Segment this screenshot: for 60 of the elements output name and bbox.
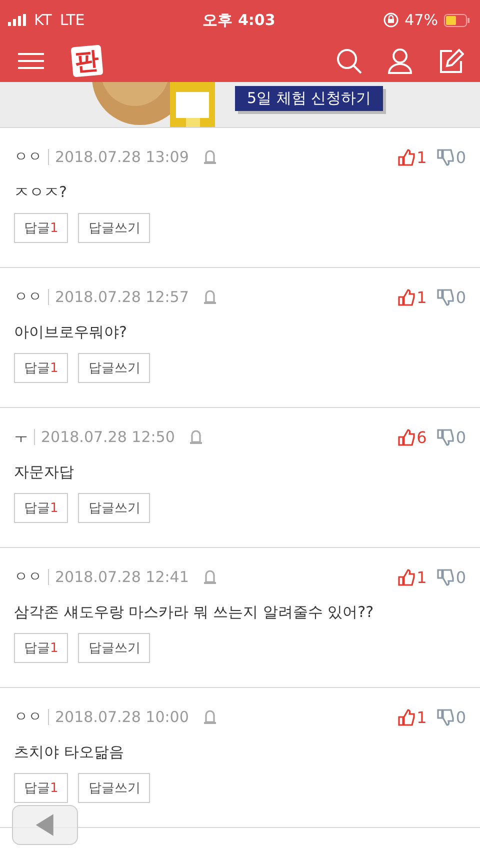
bell-icon: [188, 429, 203, 445]
battery-percent: 47%: [404, 11, 438, 29]
signal-icon: [8, 14, 26, 26]
thumbs-up-icon: [398, 568, 415, 586]
author-name: ㅜ: [14, 428, 28, 446]
thumbs-up-icon: [398, 148, 415, 166]
comment-text: 아이브로우뭐야?: [14, 323, 128, 343]
thumbs-up-icon: [398, 708, 415, 726]
like-button[interactable]: 1: [398, 148, 427, 166]
replies-button[interactable]: 답글1: [14, 773, 68, 803]
bell-icon: [202, 289, 217, 305]
author-name: ㅇㅇ: [14, 708, 42, 726]
comment-text: 자문자답: [14, 463, 75, 483]
person-icon[interactable]: [388, 48, 412, 74]
thumbs-down-icon: [436, 148, 454, 166]
write-reply-button[interactable]: 답글쓰기: [78, 213, 150, 243]
comment-date: 2018.07.28 10:00: [55, 708, 189, 726]
network-type: LTE: [60, 11, 85, 29]
edit-icon[interactable]: [438, 48, 464, 74]
write-reply-button[interactable]: 답글쓰기: [78, 773, 150, 803]
carrier-name: KT: [34, 11, 52, 29]
like-button[interactable]: 1: [398, 568, 427, 586]
replies-button[interactable]: 답글1: [14, 353, 68, 383]
thumbs-down-icon: [436, 288, 454, 306]
comment-date: 2018.07.28 12:50: [41, 428, 175, 446]
write-reply-button[interactable]: 답글쓰기: [78, 493, 150, 523]
author-name: ㅇㅇ: [14, 568, 42, 586]
author-name: ㅇㅇ: [14, 148, 42, 166]
menu-icon[interactable]: [18, 51, 44, 71]
bell-icon: [202, 149, 217, 165]
like-button[interactable]: 1: [398, 708, 427, 726]
comment-text: 삼각존 섀도우랑 마스카라 뭐 쓰는지 알려줄수 있어??: [14, 603, 375, 623]
comment-text: 츠치야 타오닮음: [14, 743, 125, 763]
logo[interactable]: 판: [70, 44, 104, 78]
like-button[interactable]: 1: [398, 288, 427, 306]
thumbs-down-icon: [436, 428, 454, 446]
bell-icon: [202, 569, 217, 585]
apply-button[interactable]: 5일 체험 신청하기: [235, 86, 384, 111]
back-button[interactable]: [12, 805, 78, 845]
thumbs-up-icon: [398, 428, 415, 446]
thumbs-up-icon: [398, 288, 415, 306]
comment-date: 2018.07.28 12:41: [55, 568, 189, 586]
rotation-lock-icon: [382, 12, 399, 28]
clock: 오후 4:03: [202, 10, 276, 30]
write-reply-button[interactable]: 답글쓰기: [78, 633, 150, 663]
write-reply-button[interactable]: 답글쓰기: [78, 353, 150, 383]
comment-text: ㅈㅇㅈ?: [14, 183, 68, 203]
author-name: ㅇㅇ: [14, 288, 42, 306]
back-arrow-icon: [35, 813, 55, 837]
comment-date: 2018.07.28 13:09: [55, 148, 189, 166]
replies-button[interactable]: 답글1: [14, 633, 68, 663]
comment-date: 2018.07.28 12:57: [55, 288, 189, 306]
thumbs-down-icon: [436, 708, 454, 726]
thumbs-down-icon: [436, 568, 454, 586]
replies-button[interactable]: 답글1: [14, 213, 68, 243]
like-button[interactable]: 6: [398, 428, 427, 446]
replies-button[interactable]: 답글1: [14, 493, 68, 523]
search-icon[interactable]: [336, 48, 362, 74]
bell-icon: [202, 709, 217, 725]
battery-icon: [444, 14, 470, 26]
